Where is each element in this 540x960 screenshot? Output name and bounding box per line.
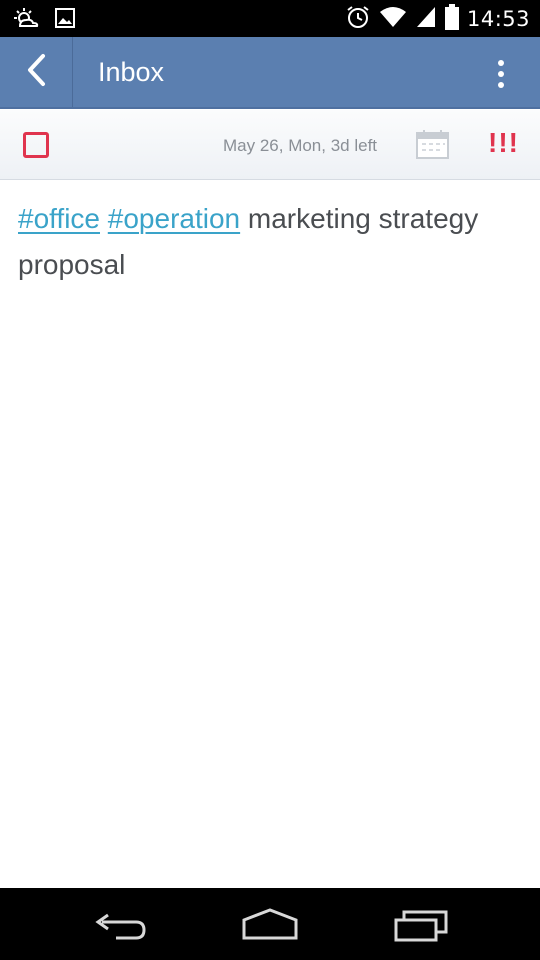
app-bar: Inbox (0, 37, 540, 109)
signal-icon (415, 5, 437, 33)
battery-icon (444, 4, 459, 34)
status-time: 14:53 (466, 7, 530, 31)
image-icon (54, 7, 76, 33)
weather-icon (12, 6, 40, 34)
system-nav-bar (0, 888, 540, 960)
task-complete-checkbox[interactable] (23, 132, 49, 158)
calendar-icon (416, 130, 449, 163)
task-detail-screen: 14:53 Inbox May 26, Mon, 3d left !!! #of… (0, 0, 540, 960)
back-nav-icon[interactable] (90, 906, 150, 946)
task-toolbar: May 26, Mon, 3d left !!! (0, 110, 540, 180)
back-arrow-icon (24, 53, 48, 91)
priority-button[interactable]: !!! (488, 127, 519, 159)
overflow-dot (498, 71, 504, 77)
overflow-dot (498, 82, 504, 88)
alarm-icon (345, 4, 371, 34)
back-button[interactable] (0, 37, 73, 107)
task-text-editor[interactable]: #office #operation marketing strategy pr… (18, 196, 518, 288)
overflow-menu-icon (498, 60, 504, 66)
tag-link[interactable]: #office (18, 203, 100, 234)
status-bar: 14:53 (0, 0, 540, 37)
status-left-icons (12, 6, 76, 34)
home-nav-icon[interactable] (240, 906, 300, 946)
calendar-button[interactable] (416, 129, 449, 159)
due-date-label[interactable]: May 26, Mon, 3d left (223, 136, 377, 156)
tag-link[interactable]: #operation (108, 203, 240, 234)
overflow-menu-button[interactable] (486, 57, 516, 91)
page-title: Inbox (98, 57, 165, 87)
status-right-icons: 14:53 (345, 4, 530, 34)
wifi-icon (379, 5, 407, 33)
recents-nav-icon[interactable] (392, 906, 452, 946)
